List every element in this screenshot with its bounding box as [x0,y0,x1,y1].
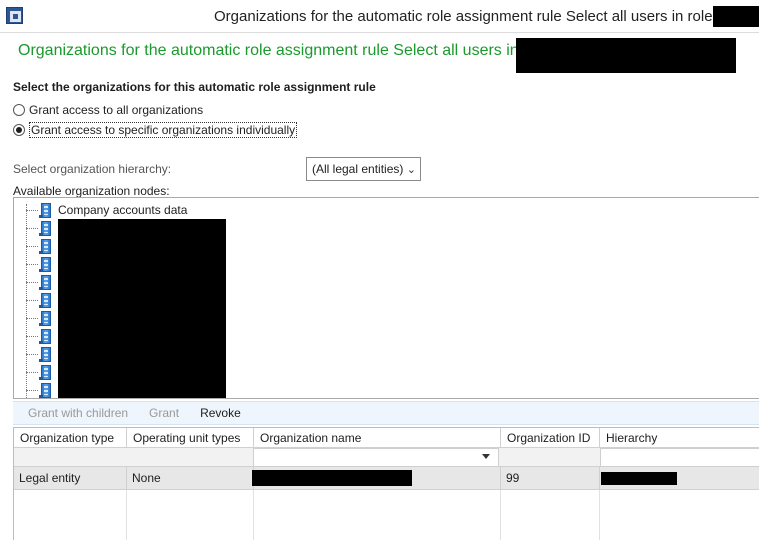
grid-header: Organization type Operating unit types O… [14,427,759,448]
grant-toolbar: Grant with children Grant Revoke [13,401,759,425]
organization-building-icon [39,202,52,218]
redacted-organization-name [252,470,412,486]
tree-connector [26,317,38,319]
tree-node[interactable]: Company accounts data [26,201,326,219]
organization-building-icon [39,274,52,290]
hierarchy-filter[interactable] [600,448,759,467]
grant-button[interactable]: Grant [149,406,179,420]
grid-column-divider [500,490,501,540]
organization-building-icon [39,328,52,344]
redacted-role-name [516,38,736,73]
tree-connector [26,353,38,355]
dropdown-arrow-icon[interactable] [482,454,490,459]
grid-column-divider [599,490,600,540]
hierarchy-label: Select organization hierarchy: [13,162,172,176]
column-header-organization-type[interactable]: Organization type [14,428,127,448]
tree-connector [26,281,38,283]
radio-label: Grant access to specific organizations i… [29,122,298,138]
cell-organization-name [252,467,501,489]
window-title: Organizations for the automatic role ass… [214,8,713,25]
radio-all-organizations[interactable]: Grant access to all organizations [13,102,203,118]
tree-connector [26,227,38,229]
grid-column-divider [126,490,127,540]
app-icon[interactable] [6,7,23,24]
organization-building-icon [39,310,52,326]
organization-building-icon [39,220,52,236]
table-row[interactable]: Legal entity None 99 [14,467,759,490]
hierarchy-select[interactable]: (All legal entities) ⌄ [306,157,421,181]
tree-connector [26,299,38,301]
organization-tree[interactable]: Company accounts data [13,197,759,399]
radio-label: Grant access to all organizations [29,103,204,117]
cell-operating-unit-types: None [127,467,254,489]
tree-connector [26,263,38,265]
redacted-role-name [713,6,759,27]
organizations-grid: Organization type Operating unit types O… [13,427,759,540]
column-header-organization-id[interactable]: Organization ID [501,428,600,448]
organization-building-icon [39,364,52,380]
radio-specific-organizations[interactable]: Grant access to specific organizations i… [13,122,298,138]
organization-building-icon [39,256,52,272]
tree-connector [26,371,38,373]
available-nodes-label: Available organization nodes: [13,184,170,198]
radio-button[interactable] [13,104,25,116]
organization-building-icon [39,346,52,362]
grid-filter-row [14,448,759,467]
redacted-hierarchy [601,472,677,485]
radio-button-selected[interactable] [13,124,25,136]
chevron-down-icon[interactable]: ⌄ [407,163,416,176]
redacted-tree-nodes [58,219,226,398]
organization-name-filter[interactable] [253,448,499,467]
revoke-button[interactable]: Revoke [200,406,241,420]
organization-building-icon [39,292,52,308]
tree-node-label: Company accounts data [58,203,188,217]
tree-connector [26,209,38,211]
cell-hierarchy [600,467,759,489]
column-header-hierarchy[interactable]: Hierarchy [600,428,759,448]
cell-organization-type: Legal entity [14,467,127,489]
grid-column-divider [253,490,254,540]
section-heading: Select the organizations for this automa… [13,80,376,94]
tree-connector [26,335,38,337]
tree-connector [26,245,38,247]
organization-building-icon [39,382,52,398]
column-header-organization-name[interactable]: Organization name [254,428,501,448]
window-title-bar: Organizations for the automatic role ass… [0,0,759,33]
grant-with-children-button[interactable]: Grant with children [28,406,128,420]
form-title: Organizations for the automatic role ass… [18,42,550,59]
column-header-operating-unit-types[interactable]: Operating unit types [127,428,254,448]
organization-building-icon [39,238,52,254]
tree-connector [26,389,38,391]
cell-organization-id: 99 [501,467,600,489]
hierarchy-select-value: (All legal entities) [312,162,404,176]
